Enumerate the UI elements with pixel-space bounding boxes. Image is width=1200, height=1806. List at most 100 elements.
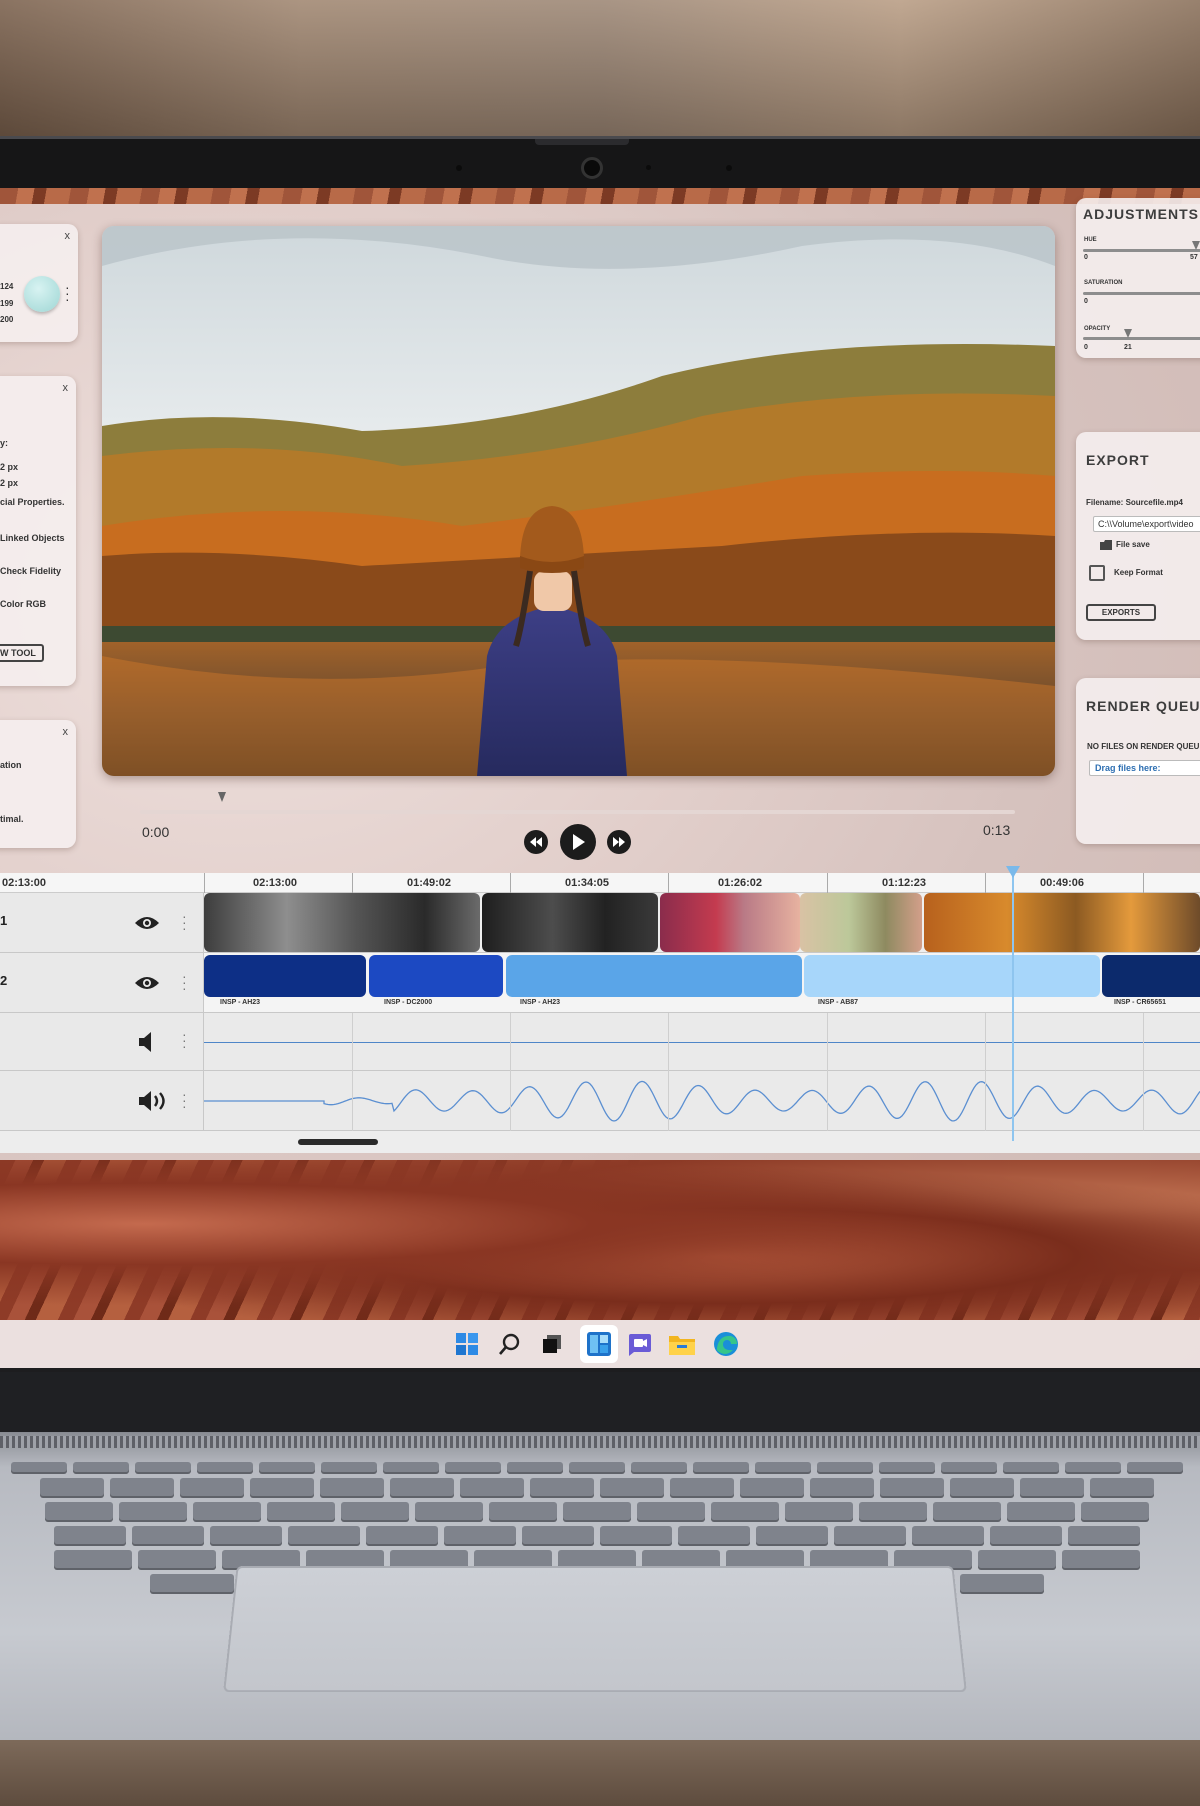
speaker-volume-icon[interactable] (139, 1091, 171, 1111)
info-label: ation (0, 760, 22, 770)
audio-track-muted[interactable] (204, 1013, 1200, 1071)
opacity-slider[interactable] (1083, 337, 1200, 340)
track-header-color[interactable]: 2 · · · (0, 953, 204, 1013)
windows-start-icon[interactable] (453, 1330, 481, 1358)
tool-button[interactable]: W TOOL (0, 644, 44, 662)
properties-panel: x y: 2 px 2 px cial Properties. Linked O… (0, 376, 76, 686)
keyboard-key (950, 1478, 1014, 1498)
keyboard-key (693, 1462, 749, 1474)
eye-icon[interactable] (135, 975, 159, 991)
timeline-scrollbar-thumb[interactable] (298, 1139, 378, 1145)
sensor-dot (456, 165, 462, 171)
eye-icon[interactable] (135, 915, 159, 931)
track-menu-icon[interactable]: · · · (182, 909, 187, 935)
rewind-icon (530, 837, 542, 847)
color-swatch-knob[interactable] (24, 276, 60, 312)
saturation-label: SATURATION (1084, 280, 1123, 286)
fast-forward-button[interactable] (607, 830, 631, 854)
keyboard-key (210, 1526, 282, 1546)
render-queue-status: NO FILES ON RENDER QUEUE (1087, 742, 1200, 751)
audio-track[interactable] (204, 1071, 1200, 1131)
keyboard-key (11, 1462, 67, 1474)
color-clip[interactable] (1102, 955, 1200, 997)
file-save-link[interactable]: File save (1116, 540, 1150, 549)
keyboard-key (150, 1574, 234, 1594)
keyboard-key (1062, 1550, 1140, 1570)
wallpaper-wood (0, 1160, 1200, 1320)
track-menu-icon[interactable]: · · · (182, 1087, 187, 1113)
play-button[interactable] (560, 824, 596, 860)
drag-files-dropzone[interactable]: Drag files here: (1089, 760, 1200, 776)
hue-slider[interactable] (1083, 249, 1200, 252)
task-view-icon[interactable] (538, 1330, 566, 1358)
speaker-muted-icon[interactable] (139, 1032, 155, 1052)
keyboard-key (1127, 1462, 1183, 1474)
track-header-video[interactable]: 1 · · · (0, 893, 204, 953)
color-clip[interactable] (804, 955, 1100, 997)
keyboard-key (45, 1502, 113, 1522)
video-clip[interactable] (482, 893, 658, 952)
export-path-field[interactable]: C:\\Volume\export\video (1093, 516, 1200, 532)
filename-label: Filename: Sourcefile.mp4 (1086, 498, 1183, 507)
keyboard-key (711, 1502, 779, 1522)
ruler-tick (827, 873, 828, 893)
video-clip[interactable] (924, 893, 1200, 952)
video-clip[interactable] (800, 893, 922, 952)
video-clip[interactable] (204, 893, 480, 952)
video-preview[interactable] (102, 226, 1055, 776)
search-icon[interactable] (496, 1330, 524, 1358)
rewind-button[interactable] (524, 830, 548, 854)
close-icon[interactable]: x (65, 230, 71, 242)
color-clip[interactable] (369, 955, 503, 997)
color-track[interactable]: INSP - AH23 INSP - DC2000 INSP - AH23 IN… (204, 953, 1200, 1013)
grid-line (827, 1013, 828, 1131)
value-label: 124 (0, 282, 14, 291)
playhead-handle[interactable] (1006, 866, 1020, 878)
keyboard-key (383, 1462, 439, 1474)
grid-line (985, 1013, 986, 1131)
track-menu-icon[interactable]: · · · (182, 1027, 187, 1053)
opacity-label: OPACITY (1084, 326, 1111, 332)
webcam-bezel (0, 139, 1200, 191)
playhead-line[interactable] (1012, 873, 1014, 1141)
timeline-ruler[interactable]: 02:13:00 02:13:00 01:49:02 01:34:05 01:2… (0, 873, 1200, 893)
track-menu-icon[interactable]: · · · (182, 969, 187, 995)
keyboard-key (489, 1502, 557, 1522)
hue-slider-handle[interactable] (1192, 241, 1200, 250)
color-clip[interactable] (506, 955, 802, 997)
close-icon[interactable]: x (63, 726, 69, 738)
close-icon[interactable]: x (63, 382, 69, 394)
edge-browser-icon[interactable] (712, 1330, 740, 1358)
opacity-value: 21 (1124, 344, 1132, 351)
color-clip[interactable] (204, 955, 366, 997)
widgets-icon[interactable] (580, 1325, 618, 1363)
keep-format-checkbox[interactable] (1089, 565, 1105, 581)
keyboard-key (445, 1462, 501, 1474)
trackpad[interactable] (223, 1566, 967, 1693)
video-clip[interactable] (660, 893, 800, 952)
color-clip-label: INSP - AH23 (520, 999, 561, 1006)
track-header-audio[interactable]: · · · (0, 1071, 204, 1131)
folder-icon (1100, 540, 1112, 550)
color-clip-label: INSP - AB87 (818, 999, 859, 1006)
adjustments-panel: ADJUSTMENTS HUE 0 57 SATURATION 0 OPACIT… (1076, 198, 1200, 358)
keyboard-key (259, 1462, 315, 1474)
ruler-label: 01:34:05 (565, 877, 610, 889)
keyboard-key (366, 1526, 438, 1546)
playback-progress-track[interactable] (140, 810, 1015, 814)
teams-chat-icon[interactable] (625, 1330, 653, 1358)
saturation-slider[interactable] (1083, 292, 1200, 295)
playback-scrubber-handle[interactable] (218, 792, 226, 802)
more-options-icon[interactable]: · · · (65, 280, 70, 306)
track-header-audio-muted[interactable]: · · · (0, 1013, 204, 1071)
keyboard-key (563, 1502, 631, 1522)
keyboard-key (522, 1526, 594, 1546)
file-explorer-icon[interactable] (668, 1330, 696, 1358)
exports-button[interactable]: EXPORTS (1086, 604, 1156, 621)
keyboard-key (267, 1502, 335, 1522)
video-track[interactable] (204, 893, 1200, 953)
keyboard-key (444, 1526, 516, 1546)
play-icon (573, 834, 585, 850)
opacity-slider-handle[interactable] (1124, 329, 1132, 338)
keyboard-key (670, 1478, 734, 1498)
